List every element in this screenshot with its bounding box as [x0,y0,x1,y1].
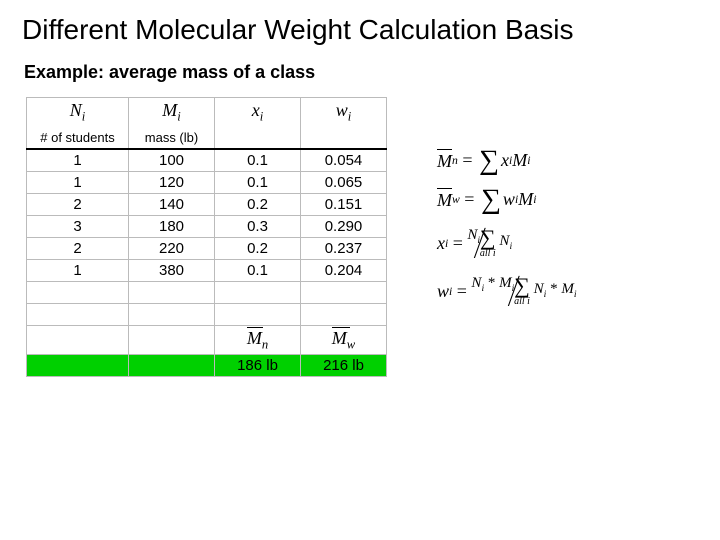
table-row: 31800.30.290 [27,215,387,237]
data-table-wrap: Ni Mi xi wi # of students mass (lb) 1100… [26,97,387,377]
slide-title: Different Molecular Weight Calculation B… [22,14,698,46]
formula-mw: Mw = ∑ wiMi [437,188,577,211]
table-row: 11000.10.054 [27,149,387,172]
table-row: 21400.20.151 [27,193,387,215]
table-symbol-header: Ni Mi xi wi [27,98,387,127]
slide-subtitle: Example: average mass of a class [24,62,698,83]
table-row: 22200.20.237 [27,237,387,259]
table-row: 13800.10.204 [27,259,387,281]
table-row [27,281,387,303]
formula-mn: Mn = ∑ xiMi [437,149,577,172]
table-desc-header: # of students mass (lb) [27,127,387,149]
table-row [27,303,387,325]
formula-wi: wi = Ni * Mi ∕ ∑all i Ni * Mi [437,275,577,307]
table-results: 186 lb 216 lb [27,355,387,377]
table-row: 11200.10.065 [27,171,387,193]
formula-block: Mn = ∑ xiMi Mw = ∑ wiMi xi = Ni ∕ ∑all i [437,133,577,323]
data-table: Ni Mi xi wi # of students mass (lb) 1100… [26,97,387,377]
table-footer-syms: Mn Mw [27,325,387,355]
formula-xi: xi = Ni ∕ ∑all i Ni [437,227,577,259]
